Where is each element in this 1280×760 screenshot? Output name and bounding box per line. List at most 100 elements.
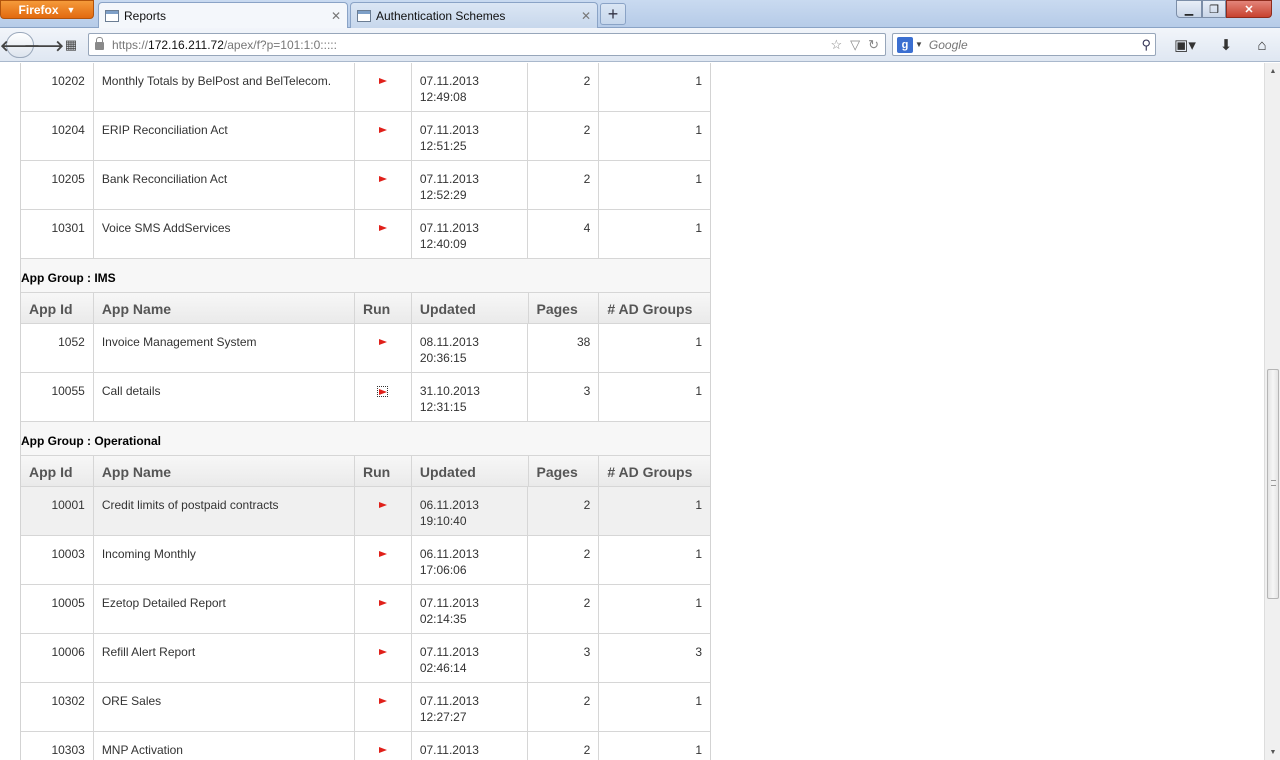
- updated-time: 12:31:15: [419, 400, 467, 414]
- close-icon[interactable]: ✕: [331, 9, 341, 23]
- top-rows: 10202 Monthly Totals by BelPost and BelTe…: [21, 63, 710, 259]
- header-app-name[interactable]: App Name: [94, 456, 355, 486]
- tab-label: Authentication Schemes: [376, 8, 506, 23]
- chevron-down-icon[interactable]: ▼: [915, 40, 923, 49]
- cell-run: [355, 63, 412, 111]
- scrollbar-thumb[interactable]: [1267, 369, 1279, 599]
- header-ad-groups[interactable]: # AD Groups: [599, 456, 710, 486]
- cell-run: [355, 487, 412, 535]
- search-icon[interactable]: ⚲: [1141, 37, 1151, 53]
- report-table: 10202 Monthly Totals by BelPost and BelTe…: [20, 63, 711, 760]
- cell-updated: 07.11.2013 12:27:27: [412, 683, 529, 731]
- url-bar[interactable]: https://172.16.211.72/apex/f?p=101:1:0::…: [88, 33, 886, 56]
- cell-pages: 3: [528, 634, 600, 682]
- cell-app-name: Ezetop Detailed Report: [94, 585, 355, 633]
- header-ad-groups[interactable]: # AD Groups: [599, 293, 710, 323]
- new-tab-button[interactable]: +: [600, 3, 626, 25]
- updated-date: 31.10.2013: [419, 384, 480, 398]
- search-input[interactable]: Google: [929, 38, 1142, 52]
- header-app-id[interactable]: App Id: [21, 293, 94, 323]
- table-row: 10301 Voice SMS AddServices 07.11.2013 12:4…: [21, 210, 710, 259]
- updated-date: 07.11.2013: [419, 172, 479, 186]
- cell-app-name: Bank Reconciliation Act: [94, 161, 355, 209]
- scroll-up-icon[interactable]: ▲: [1265, 63, 1280, 79]
- cell-run: [355, 683, 412, 731]
- reload-icon[interactable]: ↻: [868, 37, 879, 53]
- vertical-scrollbar[interactable]: ▲ ▼: [1264, 63, 1280, 760]
- header-updated[interactable]: Updated: [412, 456, 529, 486]
- cell-app-id: 10202: [21, 63, 94, 111]
- navigation-bar: 🡐 🡒 ▦ https://172.16.211.72/apex/f?p=101…: [0, 28, 1280, 62]
- operational-rows: 10001 Credit limits of postpaid contracts…: [21, 487, 710, 760]
- cell-ad-groups: 3: [695, 645, 702, 659]
- dropdown-arrow-icon[interactable]: ▽: [850, 37, 860, 53]
- header-pages[interactable]: Pages: [529, 293, 600, 323]
- cell-ad-groups: 1: [695, 335, 702, 349]
- cell-app-id: 10005: [21, 585, 94, 633]
- run-arrow-icon[interactable]: [378, 551, 387, 557]
- cell-ad-groups: 1: [695, 743, 702, 757]
- table-row: 10202 Monthly Totals by BelPost and BelTe…: [21, 63, 710, 112]
- run-arrow-icon[interactable]: [378, 78, 387, 84]
- run-arrow-icon[interactable]: [378, 600, 387, 606]
- run-link[interactable]: [377, 386, 389, 397]
- run-arrow-icon[interactable]: [378, 747, 387, 753]
- home-icon[interactable]: ⌂: [1250, 34, 1274, 56]
- cell-app-name: Call details: [94, 373, 355, 421]
- chevron-down-icon: ▼: [66, 4, 76, 15]
- tab-groups-icon[interactable]: ▦: [62, 32, 80, 58]
- cell-app-id: 10055: [21, 373, 94, 421]
- firefox-menu-button[interactable]: Firefox ▼: [0, 0, 94, 19]
- run-arrow-icon[interactable]: [378, 502, 387, 508]
- updated-time: 17:06:06: [419, 563, 467, 577]
- header-updated[interactable]: Updated: [412, 293, 529, 323]
- cell-app-name: Refill Alert Report: [94, 634, 355, 682]
- cell-ad-groups: 1: [695, 498, 702, 512]
- cell-app-id: 10205: [21, 161, 94, 209]
- cell-app-id: 10204: [21, 112, 94, 160]
- header-run: Run: [355, 293, 412, 323]
- page-icon: [105, 9, 119, 22]
- run-arrow-icon[interactable]: [378, 176, 387, 182]
- header-pages[interactable]: Pages: [529, 456, 600, 486]
- updated-time: 02:46:14: [419, 661, 467, 675]
- updated-time: 12:52:29: [419, 188, 467, 202]
- forward-button[interactable]: 🡒: [24, 32, 64, 58]
- minimize-button[interactable]: ▁: [1176, 0, 1202, 18]
- page-content: 10202 Monthly Totals by BelPost and BelTe…: [0, 63, 1264, 760]
- run-arrow-icon[interactable]: [378, 698, 387, 704]
- header-app-name[interactable]: App Name: [94, 293, 355, 323]
- cell-app-id: 10001: [21, 487, 94, 535]
- updated-time: 12:51:25: [419, 139, 467, 153]
- run-arrow-icon[interactable]: [378, 649, 387, 655]
- google-icon[interactable]: g: [897, 36, 913, 53]
- tab-authentication-schemes[interactable]: Authentication Schemes ✕: [350, 2, 598, 28]
- updated-date: 07.11.2013: [419, 221, 479, 235]
- search-bar[interactable]: g ▼ Google ⚲: [892, 33, 1156, 56]
- cell-updated: 07.11.2013: [412, 732, 529, 760]
- cell-updated: 06.11.2013 19:10:40: [412, 487, 529, 535]
- cell-pages: 2: [528, 585, 600, 633]
- cell-app-name: Voice SMS AddServices: [94, 210, 355, 258]
- bookmarks-button[interactable]: ▣▾: [1168, 34, 1202, 56]
- cell-pages: 3: [528, 373, 600, 421]
- run-arrow-icon[interactable]: [378, 127, 387, 133]
- close-window-button[interactable]: ✕: [1226, 0, 1272, 18]
- scroll-down-icon[interactable]: ▼: [1265, 744, 1280, 760]
- run-arrow-icon[interactable]: [378, 339, 387, 345]
- cell-updated: 07.11.2013 12:51:25: [412, 112, 529, 160]
- download-icon[interactable]: ⬇: [1214, 34, 1238, 56]
- run-arrow-icon[interactable]: [378, 225, 387, 231]
- updated-date: 06.11.2013: [419, 547, 479, 561]
- star-icon[interactable]: ☆: [830, 37, 842, 53]
- header-app-id[interactable]: App Id: [21, 456, 94, 486]
- maximize-button[interactable]: ❐: [1202, 0, 1226, 18]
- cell-run: [355, 634, 412, 682]
- updated-time: 12:49:08: [419, 90, 467, 104]
- cell-pages: 2: [528, 63, 600, 111]
- close-icon[interactable]: ✕: [581, 9, 591, 23]
- cell-updated: 07.11.2013 02:46:14: [412, 634, 529, 682]
- cell-app-id: 10303: [21, 732, 94, 760]
- cell-pages: 2: [528, 161, 600, 209]
- tab-reports[interactable]: Reports ✕: [98, 2, 348, 28]
